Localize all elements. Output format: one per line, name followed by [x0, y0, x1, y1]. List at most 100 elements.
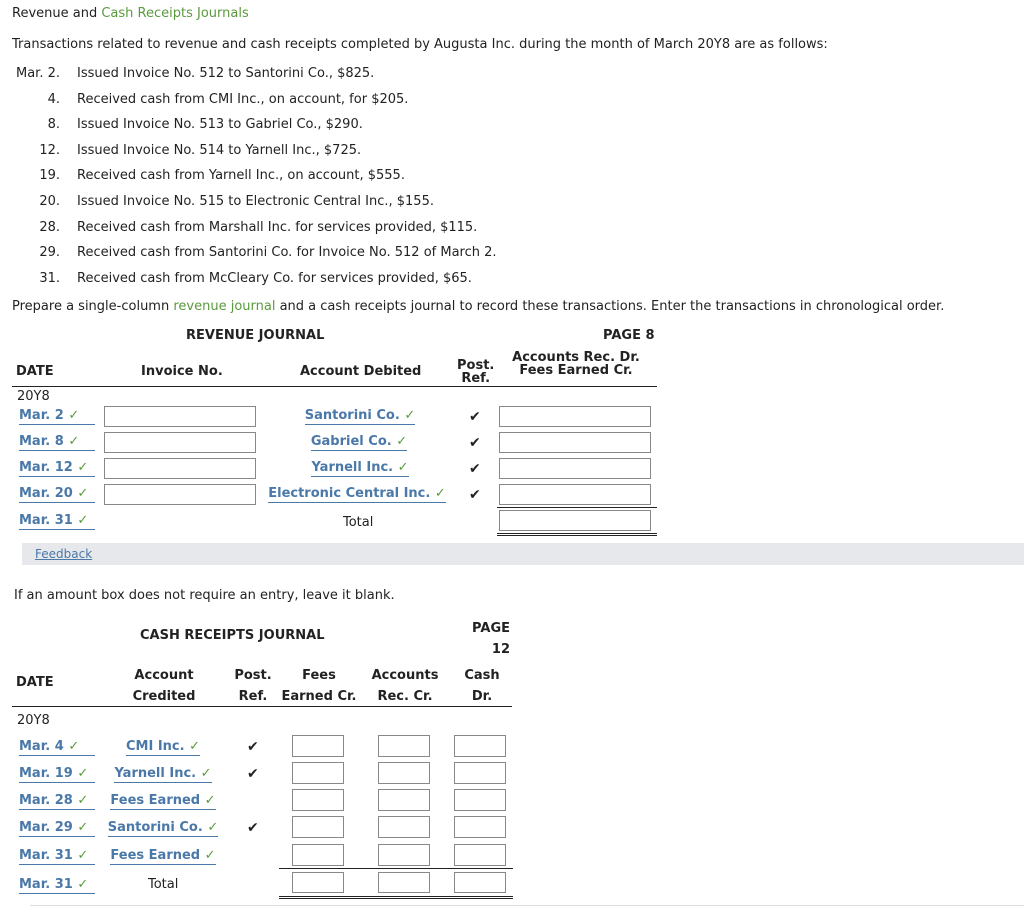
- transaction-date: 20.: [39, 194, 60, 209]
- cash-total-label: Total: [148, 877, 179, 892]
- accounts-rec-input[interactable]: [378, 816, 430, 838]
- cash-col-ar: Accounts Rec. Cr.: [371, 668, 439, 704]
- cash-col-account: Account Credited: [132, 668, 196, 704]
- cash-total-ar-input[interactable]: [378, 872, 430, 893]
- revenue-total-input[interactable]: [499, 510, 651, 531]
- cash-total-cash-input[interactable]: [454, 872, 506, 893]
- accounts-rec-input[interactable]: [378, 762, 430, 784]
- cash-dr-input[interactable]: [454, 735, 506, 757]
- amount-input[interactable]: [499, 458, 651, 479]
- cash-journal-title: CASH RECEIPTS JOURNAL: [140, 628, 325, 643]
- cash-header-rule: [12, 706, 512, 707]
- cash-row-date[interactable]: Mar. 28 ✓: [19, 793, 95, 810]
- check-icon: ✓: [77, 877, 89, 892]
- cash-col-date: DATE: [16, 675, 54, 690]
- cash-double-rule-1: [279, 896, 513, 897]
- transaction-date: 12.: [39, 142, 60, 158]
- cash-row-date[interactable]: Mar. 4 ✓: [19, 739, 95, 756]
- revenue-journal-title: REVENUE JOURNAL: [186, 328, 325, 343]
- account-debited[interactable]: Santorini Co. ✓: [265, 408, 455, 426]
- intro-text: Transactions related to revenue and cash…: [12, 37, 828, 52]
- cash-dr-input[interactable]: [454, 762, 506, 784]
- col-invoice: Invoice No.: [141, 364, 223, 379]
- cash-col-cash: Cash Dr.: [464, 668, 500, 704]
- cash-dr-input[interactable]: [454, 844, 506, 866]
- account-credited[interactable]: Fees Earned ✓: [104, 793, 222, 810]
- fees-earned-input[interactable]: [292, 789, 344, 811]
- account-credited[interactable]: CMI Inc. ✓: [104, 739, 222, 756]
- account-credited[interactable]: Santorini Co. ✓: [104, 820, 222, 837]
- fees-earned-input[interactable]: [292, 735, 344, 757]
- transaction-text: Issued Invoice No. 515 to Electronic Cen…: [77, 194, 434, 209]
- check-icon: ✓: [77, 766, 89, 781]
- invoice-number-input[interactable]: [104, 484, 256, 505]
- cash-row-date[interactable]: Mar. 19 ✓: [19, 766, 95, 783]
- check-icon: ✓: [77, 848, 89, 863]
- col-date: DATE: [16, 364, 54, 379]
- transaction-text: Received cash from Marshall Inc. for ser…: [77, 219, 478, 235]
- account-debited[interactable]: Yarnell Inc. ✓: [265, 460, 455, 478]
- account-credited[interactable]: Fees Earned ✓: [104, 848, 222, 865]
- revenue-journal-link[interactable]: revenue journal: [173, 299, 275, 314]
- revenue-total-date[interactable]: Mar. 31 ✓: [19, 513, 95, 530]
- account-debited[interactable]: Electronic Central Inc. ✓: [262, 486, 452, 504]
- check-icon: ✓: [200, 766, 212, 781]
- transaction-text: Issued Invoice No. 513 to Gabriel Co., $…: [77, 117, 363, 133]
- post-ref-check-icon: ✔: [469, 409, 481, 425]
- transaction-date: 31.: [39, 270, 60, 286]
- revenue-row-date[interactable]: Mar. 8 ✓: [19, 434, 95, 451]
- cash-dr-input[interactable]: [454, 816, 506, 838]
- transaction-date: 29.: [39, 245, 60, 261]
- revenue-row-date[interactable]: Mar. 2 ✓: [19, 408, 95, 425]
- post-ref-check-icon: ✔: [469, 435, 481, 451]
- cash-row-date[interactable]: Mar. 29 ✓: [19, 820, 95, 837]
- amount-input[interactable]: [499, 484, 651, 505]
- check-icon: ✓: [77, 513, 89, 528]
- total-double-rule-2: [497, 535, 657, 536]
- check-icon: ✓: [77, 460, 89, 475]
- check-icon: ✓: [404, 408, 416, 423]
- revenue-journal-page: PAGE 8: [603, 328, 655, 343]
- accounts-rec-input[interactable]: [378, 735, 430, 757]
- revenue-row-date[interactable]: Mar. 12 ✓: [19, 460, 95, 477]
- col-post-ref: Post. Ref.: [457, 358, 495, 386]
- cash-col-fees: Fees Earned Cr.: [281, 668, 357, 704]
- total-double-rule-1: [497, 533, 657, 534]
- cash-dr-input[interactable]: [454, 789, 506, 811]
- check-icon: ✓: [77, 486, 89, 501]
- check-icon: ✓: [204, 793, 216, 808]
- cash-total-fees-input[interactable]: [292, 872, 344, 893]
- invoice-number-input[interactable]: [104, 458, 256, 479]
- blank-note: If an amount box does not require an ent…: [14, 588, 395, 603]
- fees-earned-input[interactable]: [292, 816, 344, 838]
- amount-input[interactable]: [499, 432, 651, 453]
- header-rule: [12, 386, 657, 387]
- check-icon: ✓: [204, 848, 216, 863]
- feedback-link[interactable]: Feedback: [35, 547, 92, 561]
- transaction-date: Mar. 2.: [15, 66, 60, 81]
- post-ref-check-icon: ✔: [247, 820, 259, 836]
- invoice-number-input[interactable]: [104, 406, 256, 427]
- account-debited[interactable]: Gabriel Co. ✓: [264, 434, 454, 452]
- accounts-rec-input[interactable]: [378, 789, 430, 811]
- cash-col-post: Post. Ref.: [234, 668, 272, 704]
- invoice-number-input[interactable]: [104, 432, 256, 453]
- col-ar-fees: Accounts Rec. Dr. Fees Earned Cr.: [512, 350, 640, 378]
- feedback-bar: Feedback: [22, 543, 1024, 565]
- check-icon: ✓: [396, 434, 408, 449]
- account-credited[interactable]: Yarnell Inc. ✓: [104, 766, 222, 783]
- page-title: Revenue and Cash Receipts Journals: [12, 6, 249, 21]
- transaction-text: Issued Invoice No. 512 to Santorini Co.,…: [77, 66, 375, 81]
- revenue-row-date[interactable]: Mar. 20 ✓: [19, 486, 95, 503]
- fees-earned-input[interactable]: [292, 762, 344, 784]
- accounts-rec-input[interactable]: [378, 844, 430, 866]
- amount-input[interactable]: [499, 406, 651, 427]
- cash-row-date[interactable]: Mar. 31 ✓: [19, 848, 95, 865]
- title-link[interactable]: Cash Receipts Journals: [101, 6, 248, 21]
- check-icon: ✓: [77, 820, 89, 835]
- cash-total-date[interactable]: Mar. 31 ✓: [19, 877, 95, 894]
- transaction-text: Issued Invoice No. 514 to Yarnell Inc., …: [77, 142, 362, 158]
- fees-earned-input[interactable]: [292, 844, 344, 866]
- year-label: 20Y8: [17, 389, 50, 404]
- transaction-date: 19.: [39, 168, 60, 184]
